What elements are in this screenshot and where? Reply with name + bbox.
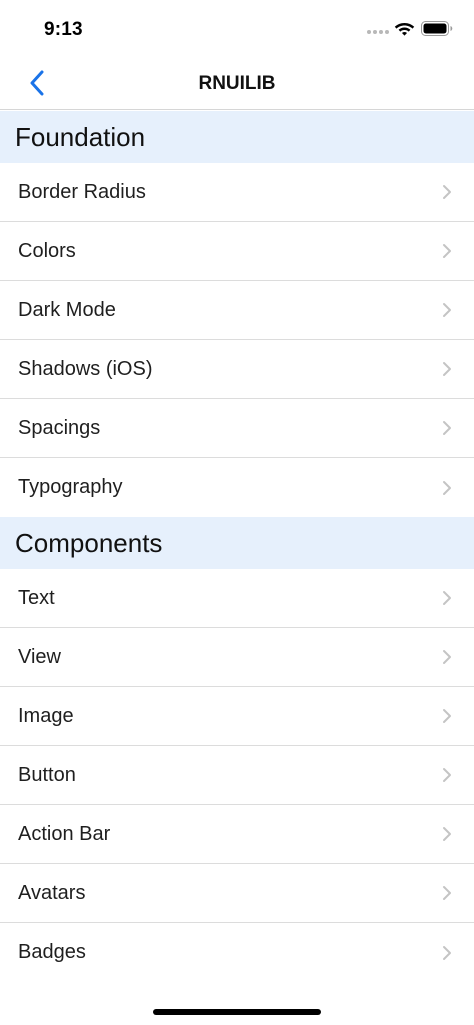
- chevron-right-icon: [442, 243, 452, 259]
- list-item-colors[interactable]: Colors: [0, 222, 474, 281]
- list-item-avatars[interactable]: Avatars: [0, 864, 474, 923]
- list-item-label: Button: [18, 763, 76, 786]
- section-header-components: Components: [0, 517, 474, 569]
- list-item-label: Avatars: [18, 881, 86, 904]
- chevron-right-icon: [442, 590, 452, 606]
- list-item-label: Badges: [18, 941, 86, 963]
- chevron-right-icon: [442, 826, 452, 842]
- cellular-signal-icon: [367, 30, 389, 34]
- navigation-bar: RNUILIB: [0, 56, 474, 110]
- list-item-label: Typography: [18, 476, 123, 498]
- chevron-right-icon: [442, 480, 452, 496]
- list-item-action-bar[interactable]: Action Bar: [0, 805, 474, 864]
- chevron-right-icon: [442, 708, 452, 724]
- list-item-label: Shadows (iOS): [18, 357, 153, 380]
- list-item-shadows-ios[interactable]: Shadows (iOS): [0, 340, 474, 399]
- list-item-button[interactable]: Button: [0, 746, 474, 805]
- list-item-dark-mode[interactable]: Dark Mode: [0, 281, 474, 340]
- chevron-right-icon: [442, 885, 452, 901]
- page-title: RNUILIB: [198, 73, 276, 94]
- list-item-label: Text: [18, 586, 55, 609]
- list-item-label: View: [18, 645, 61, 668]
- list-item-label: Dark Mode: [18, 298, 116, 321]
- chevron-right-icon: [442, 302, 452, 318]
- list-item-border-radius[interactable]: Border Radius: [0, 163, 474, 222]
- chevron-right-icon: [442, 420, 452, 436]
- components-list: Text View Image Button Action Bar Avatar…: [0, 569, 474, 982]
- foundation-list: Border Radius Colors Dark Mode Shadows (…: [0, 163, 474, 517]
- menu-list: Foundation Border Radius Colors Dark Mod…: [0, 111, 474, 982]
- chevron-right-icon: [442, 361, 452, 377]
- list-item-label: Image: [18, 704, 74, 727]
- chevron-right-icon: [442, 649, 452, 665]
- chevron-right-icon: [442, 767, 452, 783]
- status-bar: 9:13: [0, 0, 474, 56]
- list-item-typography[interactable]: Typography: [0, 458, 474, 517]
- list-item-badges[interactable]: Badges: [0, 923, 474, 982]
- list-item-label: Spacings: [18, 416, 101, 439]
- list-item-image[interactable]: Image: [0, 687, 474, 746]
- list-item-spacings[interactable]: Spacings: [0, 399, 474, 458]
- battery-icon: [421, 21, 453, 41]
- status-time: 9:13: [44, 19, 83, 40]
- list-item-text[interactable]: Text: [0, 569, 474, 628]
- home-indicator[interactable]: [153, 1009, 321, 1015]
- list-item-label: Colors: [18, 239, 76, 262]
- list-item-label: Border Radius: [18, 180, 146, 203]
- chevron-right-icon: [442, 184, 452, 200]
- list-item-view[interactable]: View: [0, 628, 474, 687]
- section-header-foundation: Foundation: [0, 111, 474, 163]
- wifi-icon: [394, 20, 415, 41]
- chevron-right-icon: [442, 945, 452, 961]
- list-item-label: Action Bar: [18, 822, 111, 845]
